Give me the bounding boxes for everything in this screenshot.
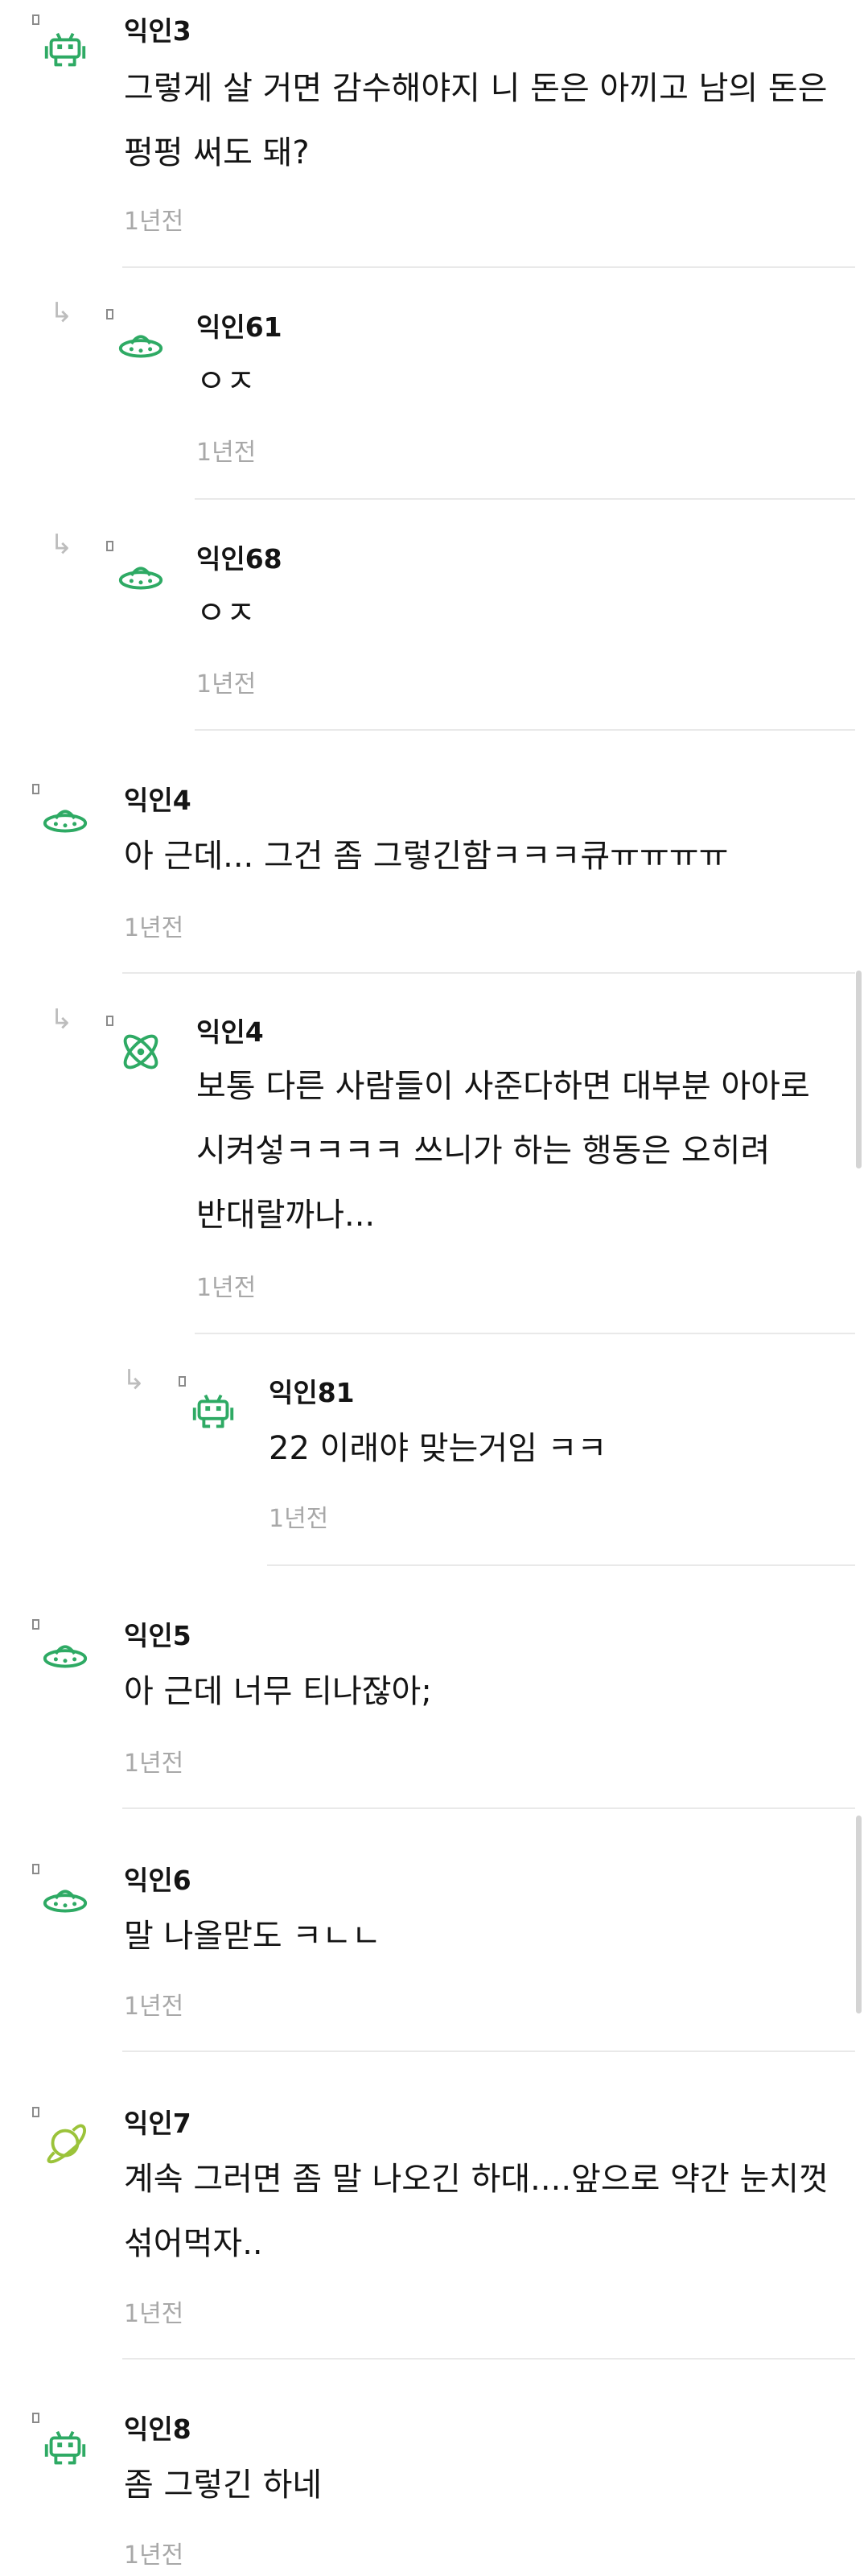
ufo-icon xyxy=(40,795,90,845)
comment-author[interactable]: 익인4 xyxy=(124,779,191,818)
comment-author[interactable]: 익인5 xyxy=(124,1614,191,1653)
comment-text: 아 근데... 그건 좀 그렇긴함ㅋㅋㅋ큐ㅠㅠㅠㅠ xyxy=(124,838,729,875)
comment-text: 그렇게 살 거면 감수해야지 니 돈은 아끼고 남의 돈은 펑펑 써도 돼? xyxy=(124,70,828,171)
comment-thread: 익인3 그렇게 살 거면 감수해야지 니 돈은 아끼고 남의 돈은 펑펑 써도 … xyxy=(0,0,868,2576)
divider xyxy=(122,1807,855,1809)
comment-marker-icon xyxy=(179,1376,186,1387)
planet-icon xyxy=(40,2118,90,2168)
scrollbar[interactable] xyxy=(856,1816,862,2013)
ufo-icon xyxy=(116,320,166,370)
comment-author[interactable]: 익인7 xyxy=(124,2102,191,2141)
divider xyxy=(195,498,855,500)
reply-arrow-icon: ↳ xyxy=(50,529,73,561)
comment-marker-icon xyxy=(106,309,113,319)
comment-marker-icon xyxy=(32,1864,39,1874)
comment-author[interactable]: 익인8 xyxy=(124,2408,191,2446)
space-invader-icon xyxy=(40,26,90,76)
scrollbar[interactable] xyxy=(856,971,862,1168)
comment-text: 좀 그렇긴 하네 xyxy=(124,2467,323,2504)
ufo-icon xyxy=(40,1875,90,1925)
divider xyxy=(122,266,855,268)
comment-marker-icon xyxy=(32,784,39,794)
comment-author[interactable]: 익인4 xyxy=(196,1011,264,1049)
comment-timestamp: 1년전 xyxy=(269,1505,329,1533)
comment-text: 22 이래야 맞는거임 ㅋㅋ xyxy=(269,1430,607,1467)
comment-marker-icon xyxy=(106,541,113,551)
reply-arrow-icon: ↳ xyxy=(122,1364,146,1396)
comment-timestamp: 1년전 xyxy=(124,1993,184,2021)
comment-timestamp: 1년전 xyxy=(124,1750,184,1778)
divider xyxy=(195,1333,855,1334)
space-invader-icon xyxy=(188,1387,238,1437)
comment-timestamp: 1년전 xyxy=(196,670,257,699)
comment-text: 계속 그러면 좀 말 나오긴 하대....앞으로 약간 눈치껏 섞어먹자.. xyxy=(124,2161,829,2262)
comment-author[interactable]: 익인81 xyxy=(269,1371,355,1410)
comment-marker-icon xyxy=(32,2107,39,2117)
comment-marker-icon xyxy=(32,1619,39,1630)
comment-marker-icon xyxy=(32,2413,39,2423)
comment-author[interactable]: 익인61 xyxy=(196,306,282,344)
comment-text: 말 나올맏도 ㅋㄴㄴ xyxy=(124,1918,381,1955)
ufo-icon xyxy=(116,552,166,602)
comment-author[interactable]: 익인6 xyxy=(124,1859,191,1898)
comment-timestamp: 1년전 xyxy=(124,2541,184,2570)
ufo-icon xyxy=(40,1630,90,1680)
comment-timestamp: 1년전 xyxy=(124,914,184,942)
comment-text: ㅇㅈ xyxy=(196,363,256,400)
comment-timestamp: 1년전 xyxy=(196,1274,257,1302)
reply-arrow-icon: ↳ xyxy=(50,297,73,329)
divider xyxy=(267,1564,855,1566)
comment-author[interactable]: 익인3 xyxy=(124,10,191,48)
comment-marker-icon xyxy=(106,1016,113,1026)
divider xyxy=(122,2050,855,2052)
comment-author[interactable]: 익인68 xyxy=(196,538,282,576)
comment-timestamp: 1년전 xyxy=(196,439,257,467)
comment-text: 보통 다른 사람들이 사준다하면 대부분 아아로 시켜섷ㅋㅋㅋㅋ 쓰니가 하는 … xyxy=(196,1068,810,1234)
divider xyxy=(122,2358,855,2360)
atom-icon xyxy=(116,1027,166,1077)
comment-text: 아 근데 너무 티나잖아; xyxy=(124,1673,432,1710)
divider xyxy=(195,729,855,731)
comment-timestamp: 1년전 xyxy=(124,2300,184,2328)
comment-marker-icon xyxy=(32,14,39,25)
comment-timestamp: 1년전 xyxy=(124,208,184,236)
reply-arrow-icon: ↳ xyxy=(50,1004,73,1036)
space-invader-icon xyxy=(40,2424,90,2474)
comment-text: ㅇㅈ xyxy=(196,595,256,632)
divider xyxy=(122,972,855,974)
